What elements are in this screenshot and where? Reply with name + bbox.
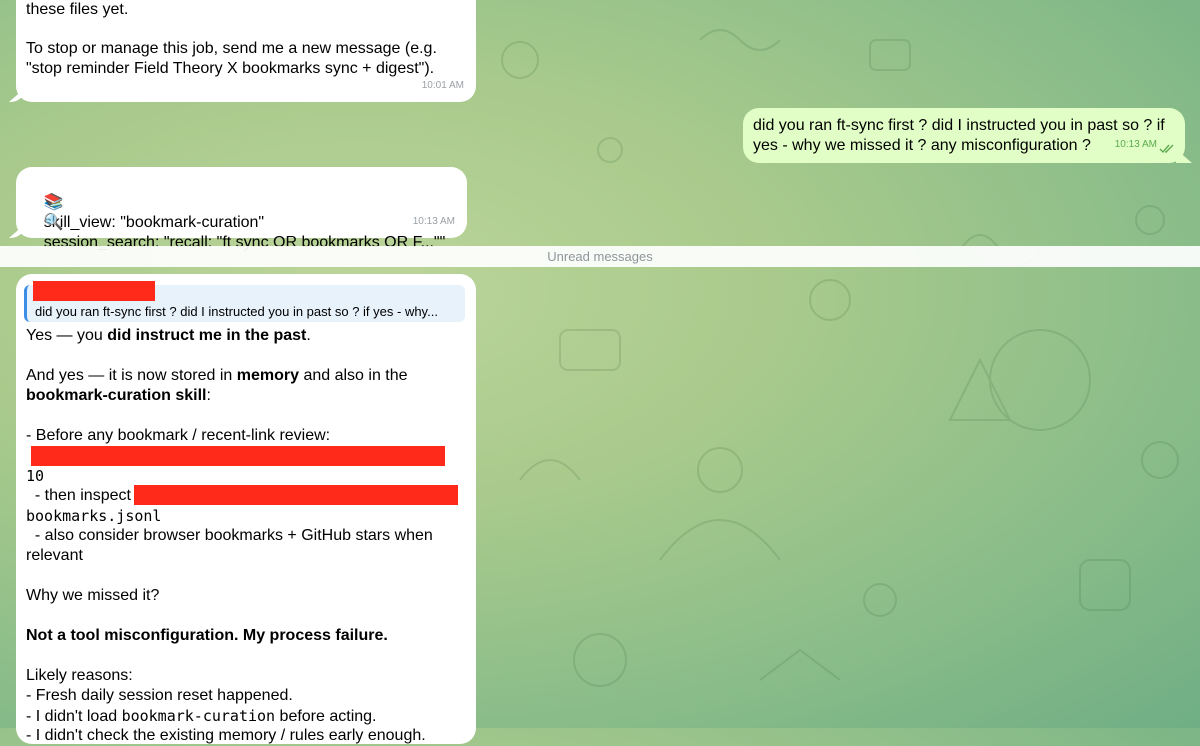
text-bold: memory xyxy=(236,367,300,384)
message-text: did you ran ft-sync first ? did I instru… xyxy=(753,117,1165,134)
code-text: bookmarks.jsonl xyxy=(26,507,162,525)
paragraph: Why we missed it? xyxy=(26,587,160,604)
code-text: 10 xyxy=(26,467,45,485)
message-text: "stop reminder Field Theory X bookmarks … xyxy=(26,60,435,77)
message-bubble-incoming[interactable]: 📚 skill_view: "bookmark-curation" 🔍 sess… xyxy=(16,167,467,251)
message-bubble-incoming[interactable]: these files yet. To stop or manage this … xyxy=(16,0,476,102)
paragraph: bookmark-curation skill: xyxy=(26,386,211,406)
text: . xyxy=(306,327,311,344)
text: And yes — it is now stored in xyxy=(26,367,237,384)
redacted-block xyxy=(33,281,155,301)
list-line: - then inspect xyxy=(26,487,131,504)
message-timestamp: 10:01 AM xyxy=(421,80,464,91)
redacted-block xyxy=(134,485,458,505)
message-timestamp: 10:13 AM xyxy=(412,216,455,227)
text: : xyxy=(206,387,211,404)
list-line: - I didn't load bookmark-curation before… xyxy=(26,706,377,727)
message-text: yes - why we missed it ? any misconfigur… xyxy=(753,137,1091,154)
text-bold: bookmark-curation skill xyxy=(26,387,207,404)
list-line: - Before any bookmark / recent-link revi… xyxy=(26,427,331,444)
message-bubble-outgoing[interactable]: did you ran ft-sync first ? did I instru… xyxy=(743,108,1185,163)
list-line: - Fresh daily session reset happened. xyxy=(26,687,293,704)
list-line: relevant xyxy=(26,547,83,564)
text: and also in the xyxy=(299,367,408,384)
paragraph: Yes — you did instruct me in the past. xyxy=(26,326,311,346)
text: before acting. xyxy=(275,708,377,725)
redacted-block xyxy=(31,446,445,466)
list-line: - I didn't check the existing memory / r… xyxy=(26,727,426,744)
message-text: these files yet. xyxy=(26,1,129,18)
code-text: bookmark-curation xyxy=(121,707,276,725)
magnifier-icon: 🔍 xyxy=(43,214,64,231)
message-timestamp: 10:13 AM xyxy=(1114,139,1157,150)
message-text: To stop or manage this job, send me a ne… xyxy=(26,40,437,57)
reply-quote-text: did you ran ft-sync first ? did I instru… xyxy=(35,304,438,319)
list-line: - also consider browser bookmarks + GitH… xyxy=(26,527,433,544)
text: - I didn't load xyxy=(26,708,122,725)
paragraph: And yes — it is now stored in memory and… xyxy=(26,366,408,386)
paragraph-bold: Not a tool misconfiguration. My process … xyxy=(26,627,388,644)
text-bold: did instruct me in the past xyxy=(107,327,307,344)
paragraph: Likely reasons: xyxy=(26,667,133,684)
double-check-icon xyxy=(1159,144,1174,154)
unread-messages-divider: Unread messages xyxy=(0,246,1200,267)
reply-quote[interactable]: did you ran ft-sync first ? did I instru… xyxy=(24,281,465,322)
text: Yes — you xyxy=(26,327,108,344)
